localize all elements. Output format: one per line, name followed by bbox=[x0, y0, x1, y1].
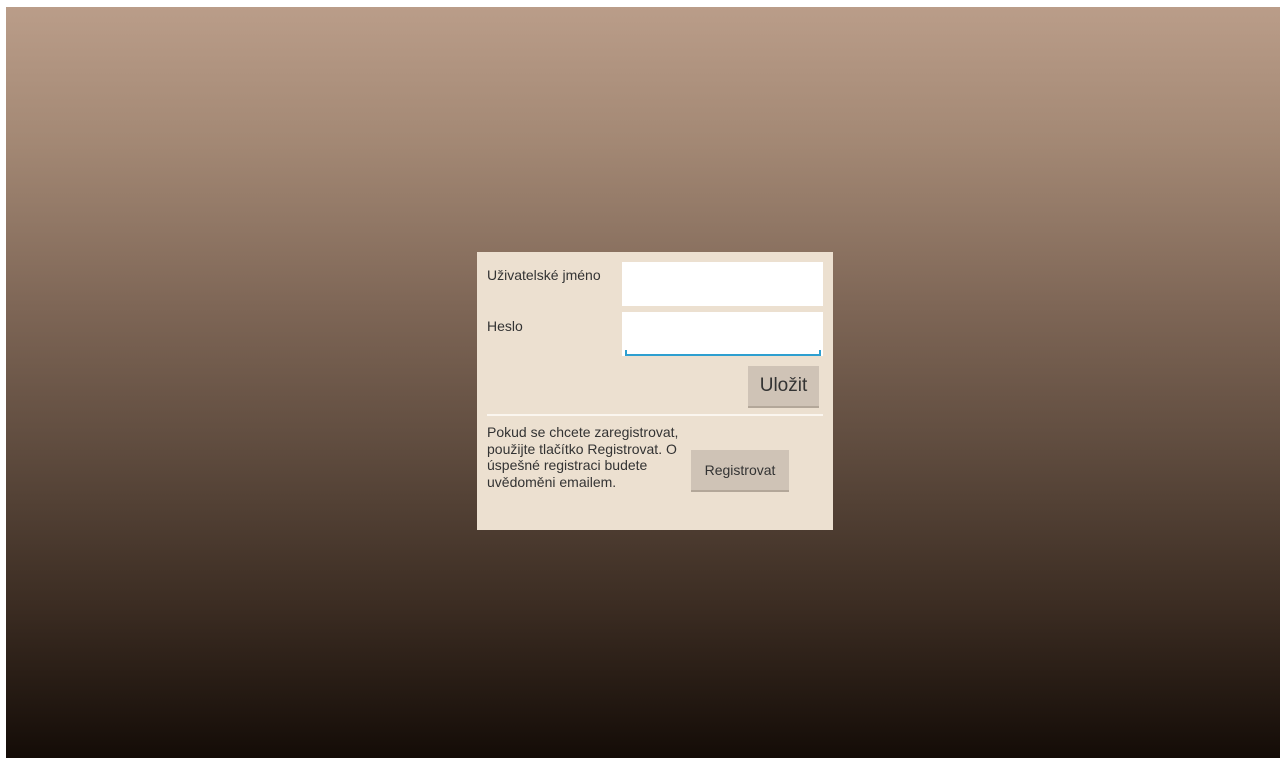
save-button[interactable]: Uložit bbox=[748, 366, 819, 408]
app-background: Uživatelské jméno Heslo Uložit Pokud se … bbox=[6, 7, 1280, 758]
username-label: Uživatelské jméno bbox=[487, 267, 601, 283]
registration-info-text: Pokud se chcete zaregistrovat, použijte … bbox=[487, 424, 679, 490]
register-button[interactable]: Registrovat bbox=[691, 450, 789, 492]
password-label: Heslo bbox=[487, 318, 523, 334]
password-input[interactable] bbox=[622, 312, 823, 356]
username-input[interactable] bbox=[622, 262, 823, 306]
divider bbox=[487, 414, 823, 416]
login-dialog: Uživatelské jméno Heslo Uložit Pokud se … bbox=[477, 252, 833, 530]
